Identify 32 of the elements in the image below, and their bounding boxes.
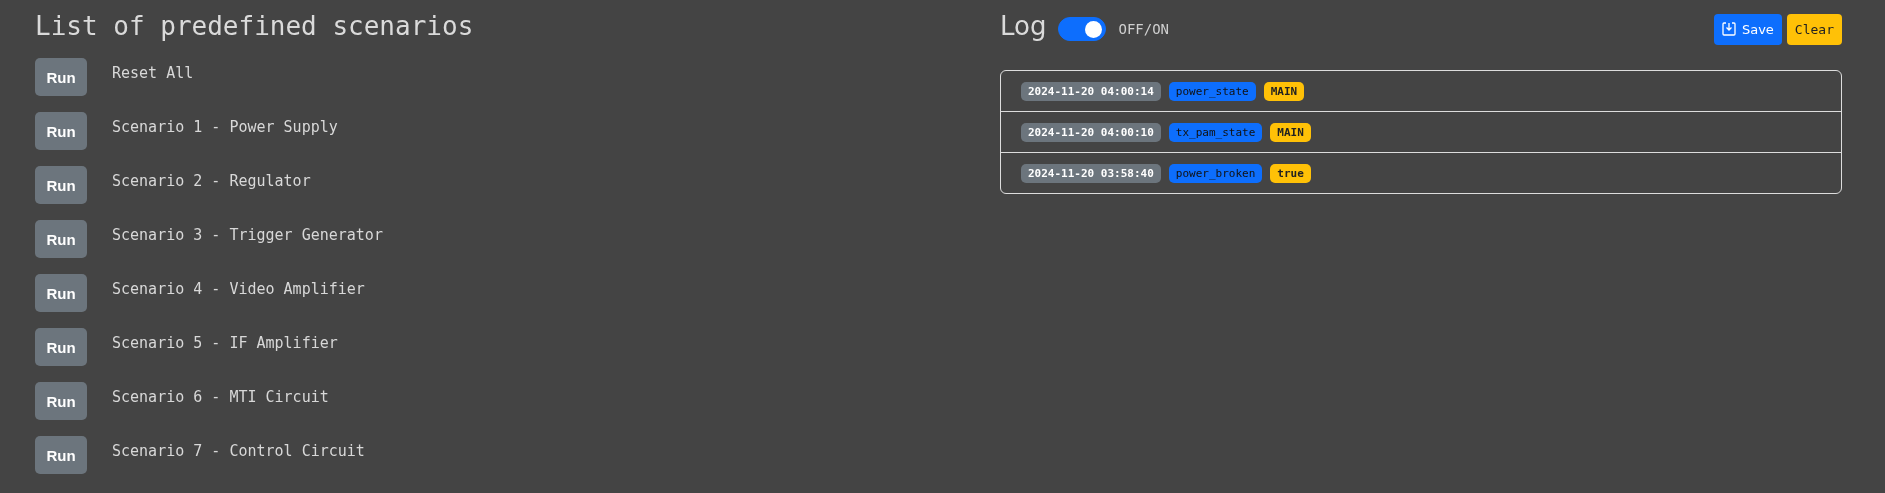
- run-button[interactable]: Run: [35, 112, 87, 150]
- run-button[interactable]: Run: [35, 328, 87, 366]
- scenario-label: Scenario 7 - Control Circuit: [112, 442, 365, 460]
- download-icon: [1721, 22, 1736, 36]
- timestamp-badge: 2024-11-20 04:00:10: [1021, 122, 1161, 142]
- timestamp-badge: 2024-11-20 03:58:40: [1021, 163, 1161, 183]
- run-button[interactable]: Run: [35, 382, 87, 420]
- run-button[interactable]: Run: [35, 274, 87, 312]
- scenario-label: Scenario 3 - Trigger Generator: [112, 226, 383, 244]
- toggle-label: OFF/ON: [1118, 21, 1170, 37]
- run-button[interactable]: Run: [35, 58, 87, 96]
- run-button[interactable]: Run: [35, 220, 87, 258]
- run-button[interactable]: Run: [35, 436, 87, 474]
- value-badge: MAIN: [1270, 122, 1311, 142]
- value-badge: true: [1270, 163, 1311, 183]
- key-badge: tx_pam_state: [1168, 122, 1263, 142]
- toggle-switch[interactable]: [1058, 17, 1107, 41]
- run-button[interactable]: Run: [35, 166, 87, 204]
- save-button[interactable]: Save: [1713, 13, 1782, 45]
- scenario-label: Scenario 6 - MTI Circuit: [112, 388, 329, 406]
- scenario-label: Scenario 1 - Power Supply: [112, 118, 338, 136]
- section-title: List of predefined scenarios: [35, 11, 475, 41]
- scenario-label: Scenario 5 - IF Amplifier: [112, 334, 338, 352]
- scenario-label: Reset All: [112, 64, 194, 82]
- log-title: Log: [1000, 11, 1047, 41]
- key-badge: power_state: [1168, 81, 1256, 101]
- timestamp-badge: 2024-11-20 04:00:14: [1021, 81, 1161, 101]
- key-badge: power_broken: [1168, 163, 1263, 183]
- scenario-label: Scenario 2 - Regulator: [112, 172, 311, 190]
- scenario-label: Scenario 4 - Video Amplifier: [112, 280, 365, 298]
- clear-button[interactable]: Clear: [1786, 13, 1842, 45]
- value-badge: MAIN: [1263, 81, 1305, 101]
